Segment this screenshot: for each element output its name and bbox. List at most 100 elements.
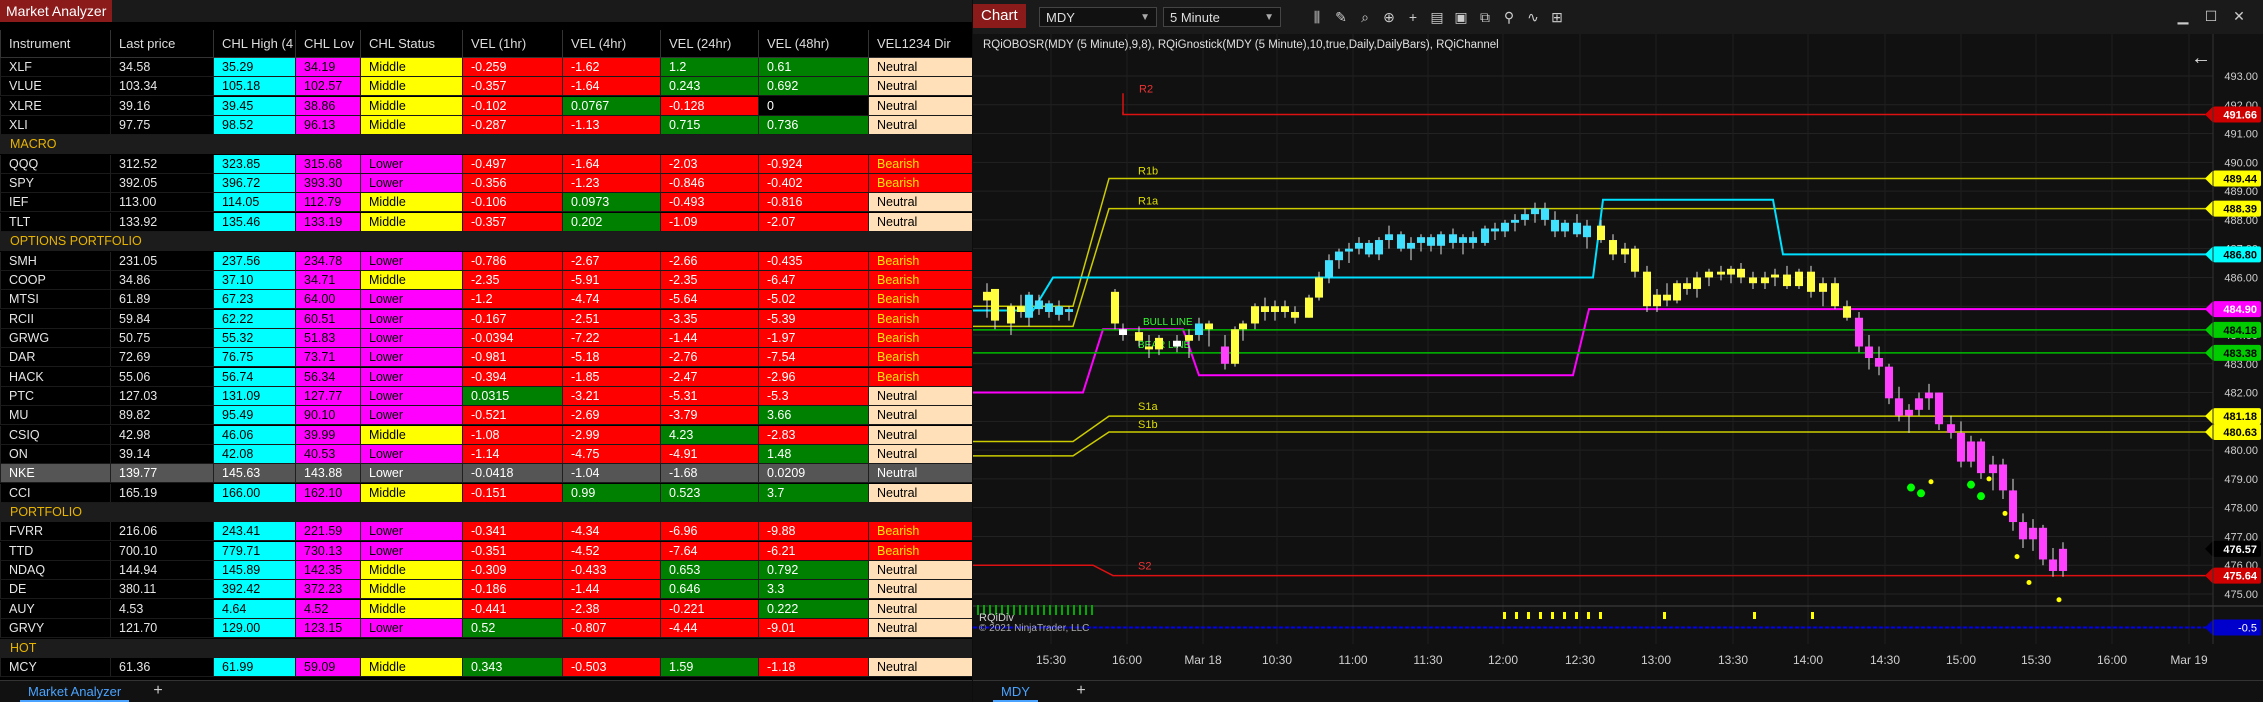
table-cell-chl-low: 127.77 xyxy=(295,386,360,406)
bar-style-icon[interactable]: ⫼ xyxy=(1307,7,1327,27)
market-analyzer-title[interactable]: Market Analyzer xyxy=(0,0,113,22)
header-col-last-price[interactable]: Last price xyxy=(110,30,213,57)
price-tag-label: 488.39 xyxy=(2223,204,2257,216)
table-row[interactable]: TTD 700.10 779.71 730.13 Lower -0.351 -4.52 -7.… xyxy=(0,541,972,561)
header-col-instrument[interactable]: Instrument xyxy=(0,30,110,57)
properties-icon[interactable]: ▤ xyxy=(1427,7,1447,27)
table-cell-chl-high: 42.08 xyxy=(213,445,295,464)
header-col-vel1234-dir[interactable]: VEL1234 Dir xyxy=(868,30,972,57)
table-cell-last-price: 231.05 xyxy=(110,251,213,271)
x-axis-tick-label: 12:00 xyxy=(1488,653,1518,667)
table-row[interactable]: GRWG 50.75 55.32 51.83 Lower -0.0394 -7.22 -1.4… xyxy=(0,328,972,348)
chart-title[interactable]: Chart xyxy=(973,4,1026,28)
x-axis-tick-label: 15:30 xyxy=(1036,653,1066,667)
table-row[interactable]: MCY 61.36 61.99 59.09 Middle 0.343 -0.503 1.59-… xyxy=(0,657,972,677)
table-cell-chl-status: Lower xyxy=(360,445,462,464)
copyright-label: © 2021 NinjaTrader, LLC xyxy=(979,623,1089,634)
candle-body xyxy=(1693,277,1701,289)
candle-body xyxy=(1335,251,1343,261)
close-icon[interactable]: ✕ xyxy=(2229,6,2249,26)
table-row[interactable]: NKE 139.77 145.63 143.88 Lower -0.0418 -1.04 -1… xyxy=(0,464,972,484)
templates-icon[interactable]: ⧉ xyxy=(1475,7,1495,27)
candle-body xyxy=(1631,248,1639,272)
table-cell-last-price: 61.36 xyxy=(110,657,213,677)
table-cell-chl-high: 166.00 xyxy=(213,483,295,503)
x-axis-tick-label: 16:00 xyxy=(2097,653,2127,667)
table-cell-chl-high: 62.22 xyxy=(213,309,295,329)
table-cell-instrument: SPY xyxy=(0,174,110,194)
table-row[interactable]: PTC 127.03 131.09 127.77 Lower 0.0315 -3.21 -5.… xyxy=(0,386,972,406)
indicators-icon[interactable]: ∿ xyxy=(1523,7,1543,27)
table-row[interactable]: XLF 34.58 35.29 34.19 Middle -0.259 -1.62 1.2 0.… xyxy=(0,58,972,77)
table-row[interactable]: GRVY 121.70 129.00 123.15 Lower 0.52 -0.807 -4.… xyxy=(0,619,972,639)
rqidiv-bar xyxy=(1563,612,1566,619)
table-row[interactable]: NDAQ 144.94 145.89 142.35 Middle -0.309 -0.433… xyxy=(0,561,972,581)
tab-market-analyzer[interactable]: Market Analyzer xyxy=(20,681,130,702)
table-cell-vel-24hr: -3.79 xyxy=(660,406,758,426)
price-tag-label: 491.66 xyxy=(2223,110,2257,122)
table-cell-instrument: MCY xyxy=(0,657,110,677)
x-axis-tick-label: 15:00 xyxy=(1946,653,1976,667)
table-row[interactable]: RCII 59.84 62.22 60.51 Lower -0.167 -2.51 -3.35… xyxy=(0,309,972,329)
table-cell-last-price: 216.06 xyxy=(110,522,213,542)
table-row[interactable]: FVRR 216.06 243.41 221.59 Lower -0.341 -4.34 -6… xyxy=(0,522,972,542)
table-cell-vel-24hr: -4.44 xyxy=(660,619,758,639)
rqidiv-bar xyxy=(1551,612,1554,619)
table-cell-last-price: 392.05 xyxy=(110,174,213,194)
table-row[interactable]: MU 89.82 95.49 90.10 Lower -0.521 -2.69 -3.79 3.… xyxy=(0,406,972,426)
table-cell-chl-high: 145.89 xyxy=(213,561,295,581)
table-row[interactable]: XLI 97.75 98.52 96.13 Middle -0.287 -1.13 0.715… xyxy=(0,116,972,136)
header-col-vel-48hr[interactable]: VEL (48hr) xyxy=(758,30,868,57)
price-chart[interactable]: 15:30 16:00 Mar 18 10:30 11:00 11:30 12:00 12:3… xyxy=(973,34,2263,680)
table-cell-vel1234-dir: Neutral xyxy=(868,445,972,464)
table-cell-chl-low: 393.30 xyxy=(295,174,360,194)
r1a-label: R1a xyxy=(1138,196,1159,208)
table-cell-vel-48hr: -5.02 xyxy=(758,290,868,310)
table-cell-vel-1hr: -0.357 xyxy=(462,212,562,232)
table-row[interactable]: IEF 113.00 114.05 112.79 Middle -0.106 0.0973-… xyxy=(0,193,972,213)
zoom-icon[interactable]: ⊕ xyxy=(1379,7,1399,27)
table-row[interactable]: CCI 165.19 166.00 162.10 Middle -0.151 0.99 0.5… xyxy=(0,483,972,503)
table-cell-vel-4hr: -0.433 xyxy=(562,561,660,581)
search-icon[interactable]: ⌕ xyxy=(1355,7,1375,27)
table-row[interactable]: AUY 4.53 4.64 4.52 Middle -0.441 -2.38 -0.221 0.… xyxy=(0,599,972,619)
table-row[interactable]: MTSI 61.89 67.23 64.00 Lower -1.2 -4.74 -5.64 -5… xyxy=(0,290,972,310)
table-row[interactable]: XLRE 39.16 39.45 38.86 Middle -0.102 0.0767 -0.… xyxy=(0,96,972,116)
strategies-icon[interactable]: ⚲ xyxy=(1499,7,1519,27)
table-row[interactable]: COOP 34.86 37.10 34.71 Middle -2.35 -5.91 -2.35… xyxy=(0,270,972,290)
table-row[interactable]: TLT 133.92 135.46 133.19 Middle -0.357 0.202 -1… xyxy=(0,212,972,232)
maximize-icon[interactable]: ☐ xyxy=(2201,6,2221,26)
instrument-selector[interactable]: MDY ▼ xyxy=(1039,7,1157,27)
candle-body xyxy=(1281,306,1289,312)
table-row[interactable]: QQQ 312.52 323.85 315.68 Lower -0.497 -1.64 -2.… xyxy=(0,154,972,174)
add-tab-button[interactable]: + xyxy=(150,683,166,699)
table-row[interactable]: CSIQ 42.98 46.06 39.99 Middle -1.08 -2.99 4.23-… xyxy=(0,425,972,445)
table-cell-vel-1hr: -0.786 xyxy=(462,251,562,271)
tab-mdy[interactable]: MDY xyxy=(993,681,1038,702)
table-cell-chl-high: 4.64 xyxy=(213,599,295,619)
header-col-chl-status[interactable]: CHL Status xyxy=(360,30,462,57)
table-row[interactable]: DE 380.11 392.42 372.23 Middle -0.186 -1.44 0.6… xyxy=(0,580,972,600)
crosshair-icon[interactable]: + xyxy=(1403,7,1423,27)
table-cell-chl-low: 102.57 xyxy=(295,77,360,97)
header-col-vel-24hr[interactable]: VEL (24hr) xyxy=(660,30,758,57)
header-col-vel-1hr[interactable]: VEL (1hr) xyxy=(462,30,562,57)
table-row[interactable]: SMH 231.05 237.56 234.78 Lower -0.786 -2.67 -2.… xyxy=(0,251,972,271)
draw-icon[interactable]: ✎ xyxy=(1331,7,1351,27)
table-cell-chl-high: 95.49 xyxy=(213,406,295,426)
interval-selector[interactable]: 5 Minute ▼ xyxy=(1163,7,1281,27)
table-row[interactable]: VLUE 103.34 105.18 102.57 Middle -0.357 -1.64 0… xyxy=(0,77,972,97)
add-chart-tab-button[interactable]: + xyxy=(1073,683,1089,699)
table-row[interactable]: HACK 55.06 56.74 56.34 Lower -0.394 -1.85 -2.47… xyxy=(0,367,972,387)
table-cell-vel1234-dir: Neutral xyxy=(868,464,972,484)
table-cell-vel-4hr: -4.34 xyxy=(562,522,660,542)
table-row[interactable]: ON 39.14 42.08 40.53 Lower -1.14 -4.75 -4.91 1.4… xyxy=(0,445,972,464)
table-row[interactable]: SPY 392.05 396.72 393.30 Lower -0.356 -1.23 -0.… xyxy=(0,174,972,194)
header-col-chl-high[interactable]: CHL High (4 xyxy=(213,30,295,57)
table-row[interactable]: DAR 72.69 76.75 73.71 Lower -0.981 -5.18 -2.76-… xyxy=(0,348,972,368)
header-col-vel-4hr[interactable]: VEL (4hr) xyxy=(562,30,660,57)
minimize-icon[interactable]: ▁ xyxy=(2173,6,2193,26)
header-col-chl-low[interactable]: CHL Lov xyxy=(295,30,360,57)
link-icon[interactable]: ⊞ xyxy=(1547,7,1567,27)
data-box-icon[interactable]: ▣ xyxy=(1451,7,1471,27)
